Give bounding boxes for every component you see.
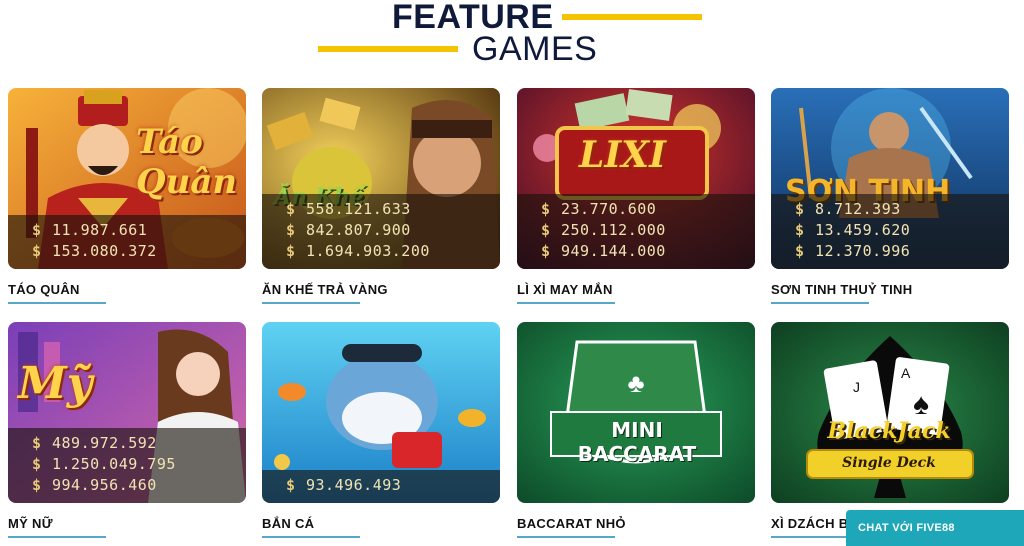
title-underline: [8, 302, 106, 304]
dollar-icon: $: [541, 220, 551, 239]
jackpot-panel: $8.712.393 $13.459.620 $12.370.996: [771, 194, 1009, 269]
title-underline: [262, 302, 360, 304]
jackpot-panel: $11.987.661 $153.080.372: [8, 215, 246, 269]
jackpot-panel: $93.496.493: [262, 470, 500, 503]
dollar-icon: $: [32, 475, 42, 494]
jackpot-row: $11.987.661: [32, 219, 246, 240]
game-title[interactable]: ĂN KHẾ TRẢ VÀNG: [262, 282, 500, 297]
game-thumbnail[interactable]: ♠ J A BlackJack Single Deck: [771, 322, 1009, 503]
jackpot-value: 8.712.393: [815, 199, 901, 218]
jackpot-row: $1.694.903.200: [286, 240, 500, 261]
heading-games: GAMES: [472, 30, 598, 68]
dollar-icon: $: [795, 220, 805, 239]
game-title[interactable]: BẮN CÁ: [262, 516, 500, 531]
game-thumbnail[interactable]: ♣ MINI BACCARAT: [517, 322, 755, 503]
section-heading: FEATURE GAMES: [0, 0, 1024, 80]
dollar-icon: $: [286, 199, 296, 218]
jackpot-panel: $489.972.592 $1.250.049.795 $994.956.460: [8, 428, 246, 503]
jackpot-row: $13.459.620: [795, 219, 1009, 240]
dollar-icon: $: [286, 220, 296, 239]
game-title[interactable]: TÁO QUÂN: [8, 282, 246, 297]
dollar-icon: $: [541, 199, 551, 218]
jackpot-value: 93.496.493: [306, 475, 402, 494]
jackpot-value: 23.770.600: [561, 199, 657, 218]
jackpot-value: 994.956.460: [52, 475, 157, 494]
game-thumbnail[interactable]: $93.496.493: [262, 322, 500, 503]
game-thumbnail[interactable]: Ăn Khế $558.121.633 $842.807.900 $1.694.…: [262, 88, 500, 269]
jackpot-row: $842.807.900: [286, 219, 500, 240]
game-card-xi-dzach[interactable]: ♠ J A BlackJack Single Deck XÌ DZÁCH B: [771, 322, 1009, 538]
dollar-icon: $: [286, 475, 296, 494]
jackpot-row: $489.972.592: [32, 432, 246, 453]
svg-text:J: J: [853, 379, 860, 395]
game-card-tao-quan[interactable]: Táo Quân $11.987.661 $153.080.372 TÁO QU…: [8, 88, 246, 304]
game-thumbnail[interactable]: Mỹ $489.972.592 $1.250.049.795 $994.956.…: [8, 322, 246, 503]
blackjack-artwork: ♠ J A: [771, 322, 1009, 503]
game-logo: Táo Quân: [136, 122, 238, 202]
game-card-my-nu[interactable]: Mỹ $489.972.592 $1.250.049.795 $994.956.…: [8, 322, 246, 538]
game-card-li-xi-may-man[interactable]: LIXI $23.770.600 $250.112.000 $949.144.0…: [517, 88, 755, 304]
jackpot-value: 12.370.996: [815, 241, 911, 260]
jackpot-panel: $23.770.600 $250.112.000 $949.144.000: [517, 194, 755, 269]
game-card-ban-ca[interactable]: $93.496.493 BẮN CÁ: [262, 322, 500, 538]
dollar-icon: $: [795, 199, 805, 218]
title-underline: [517, 302, 615, 304]
jackpot-value: 250.112.000: [561, 220, 666, 239]
dollar-icon: $: [541, 241, 551, 260]
jackpot-value: 949.144.000: [561, 241, 666, 260]
heading-accent-line: [562, 14, 702, 20]
jackpot-row: $12.370.996: [795, 240, 1009, 261]
jackpot-row: $949.144.000: [541, 240, 755, 261]
jackpot-value: 558.121.633: [306, 199, 411, 218]
title-underline: [8, 536, 106, 538]
jackpot-row: $558.121.633: [286, 198, 500, 219]
svg-text:♠: ♠: [913, 388, 929, 421]
game-thumbnail[interactable]: SƠN TINH $8.712.393 $13.459.620 $12.370.…: [771, 88, 1009, 269]
jackpot-value: 1.250.049.795: [52, 454, 176, 473]
game-logo: LIXI: [579, 134, 666, 176]
dollar-icon: $: [32, 220, 42, 239]
jackpot-value: 842.807.900: [306, 220, 411, 239]
jackpot-value: 13.459.620: [815, 220, 911, 239]
dollar-icon: $: [32, 454, 42, 473]
title-underline: [262, 536, 360, 538]
game-logo: MINI BACCARAT: [577, 418, 697, 466]
jackpot-value: 11.987.661: [52, 220, 148, 239]
jackpot-value: 1.694.903.200: [306, 241, 430, 260]
jackpot-row: $1.250.049.795: [32, 453, 246, 474]
jackpot-panel: $558.121.633 $842.807.900 $1.694.903.200: [262, 194, 500, 269]
title-underline: [771, 302, 869, 304]
dollar-icon: $: [286, 241, 296, 260]
game-logo: Mỹ: [18, 358, 93, 409]
game-title[interactable]: LÌ XÌ MAY MẮN: [517, 282, 755, 297]
dollar-icon: $: [32, 433, 42, 452]
game-card-baccarat-nho[interactable]: ♣ MINI BACCARAT BACCARAT NHỎ: [517, 322, 755, 538]
jackpot-row: $93.496.493: [286, 474, 500, 495]
jackpot-value: 153.080.372: [52, 241, 157, 260]
game-logo-subtitle: Single Deck: [842, 455, 936, 471]
svg-text:♣: ♣: [627, 368, 644, 398]
heading-accent-line: [318, 46, 458, 52]
jackpot-row: $8.712.393: [795, 198, 1009, 219]
dollar-icon: $: [32, 241, 42, 260]
title-underline: [517, 536, 615, 538]
chat-button[interactable]: CHAT VỚI FIVE88: [846, 510, 1024, 546]
game-title[interactable]: BACCARAT NHỎ: [517, 516, 755, 531]
dollar-icon: $: [795, 241, 805, 260]
game-title[interactable]: MỸ NỮ: [8, 516, 246, 531]
jackpot-row: $250.112.000: [541, 219, 755, 240]
jackpot-row: $153.080.372: [32, 240, 246, 261]
svg-text:A: A: [901, 365, 911, 381]
game-title[interactable]: SƠN TINH THUỶ TINH: [771, 282, 1009, 297]
page: FEATURE GAMES Táo Quân $ 11.987.661 $ 15…: [0, 0, 1024, 546]
jackpot-row: $994.956.460: [32, 474, 246, 495]
game-thumbnail[interactable]: LIXI $23.770.600 $250.112.000 $949.144.0…: [517, 88, 755, 269]
game-thumbnail[interactable]: Táo Quân $11.987.661 $153.080.372: [8, 88, 246, 269]
game-logo: BlackJack: [827, 418, 951, 444]
jackpot-row: $23.770.600: [541, 198, 755, 219]
baccarat-artwork: ♣: [517, 322, 755, 503]
game-card-son-tinh-thuy-tinh[interactable]: SƠN TINH $8.712.393 $13.459.620 $12.370.…: [771, 88, 1009, 304]
jackpot-value: 489.972.592: [52, 433, 157, 452]
game-card-an-khe-tra-vang[interactable]: Ăn Khế $558.121.633 $842.807.900 $1.694.…: [262, 88, 500, 304]
